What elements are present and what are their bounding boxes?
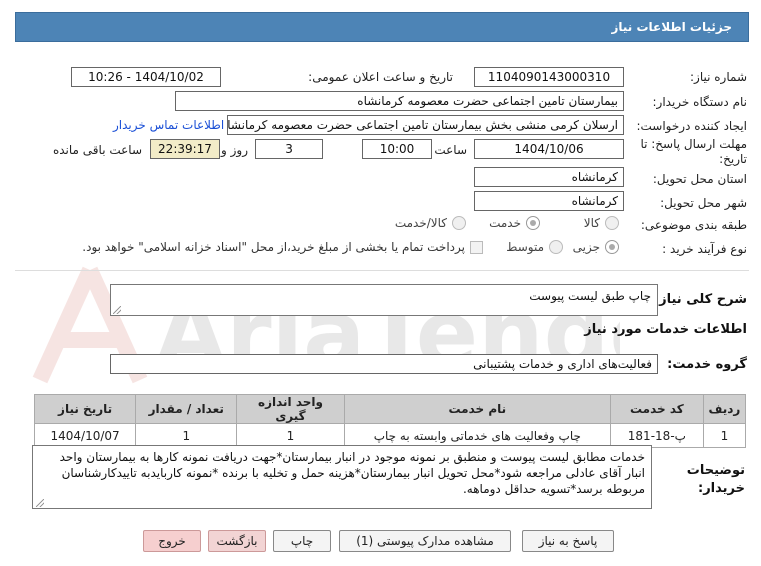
category-goods-service-label: کالا/خدمت [394, 216, 447, 230]
cell-quantity: 1 [135, 423, 238, 448]
table-row: 1 پ-18-181 چاپ وفعالیت های خدماتی وابسته… [33, 423, 747, 448]
divider [15, 270, 749, 271]
city-field: کرمانشاه [474, 191, 624, 211]
province-label: استان محل تحویل: [652, 172, 747, 186]
resize-handle-icon[interactable] [113, 306, 121, 314]
remaining-time-field: 22:39:17 [150, 139, 220, 159]
announce-label: تاریخ و ساعت اعلان عمومی: [308, 70, 453, 84]
category-option-service[interactable]: خدمت [489, 216, 540, 230]
buyer-notes-label-2: خریدار: [698, 481, 745, 496]
treasury-payment-checkbox[interactable] [470, 240, 483, 254]
buyer-label: نام دستگاه خریدار: [652, 95, 748, 109]
treasury-payment-note: پرداخت تمام یا بخشی از مبلغ خرید،از محل … [82, 240, 465, 254]
reply-button[interactable]: پاسخ به نیاز [522, 530, 614, 552]
category-goods-radio[interactable] [605, 216, 619, 230]
remaining-days-field: 3 [255, 139, 323, 159]
days-label: روز و [221, 143, 248, 157]
cell-row: 1 [702, 423, 747, 448]
col-need-date: تاریخ نیاز [33, 394, 137, 424]
exit-button[interactable]: خروج [143, 530, 201, 552]
buyer-notes-label: توضیحات [686, 463, 745, 478]
deadline-time-field: 10:00 [362, 139, 432, 159]
col-row: ردیف [702, 394, 747, 424]
category-goods-label: کالا [583, 216, 600, 230]
buyer-notes-field: خدمات مطابق لیست پیوست و منطبق بر نمونه … [32, 445, 652, 509]
cell-service-code: پ-18-181 [609, 423, 704, 448]
purchase-type-label: نوع فرآیند خرید : [662, 242, 747, 256]
col-service-code: کد خدمت [609, 394, 704, 424]
cell-unit: 1 [236, 423, 345, 448]
service-group-field: فعالیت‌های اداری و خدمات پشتیبانی [110, 354, 658, 374]
page-header: جزئیات اطلاعات نیاز [15, 12, 749, 42]
need-number-label: شماره نیاز: [690, 70, 747, 84]
col-unit: واحد اندازه گیری [236, 394, 345, 424]
table-header-row: ردیف کد خدمت نام خدمت واحد اندازه گیری ت… [33, 394, 747, 424]
announce-field: 1404/10/02 - 10:26 [71, 67, 221, 87]
province-field: کرمانشاه [474, 167, 624, 187]
requester-label: ایجاد کننده درخواست: [636, 119, 747, 133]
purchase-minor-radio[interactable] [605, 240, 619, 254]
resize-handle-icon[interactable] [36, 499, 44, 507]
print-button[interactable]: چاپ [273, 530, 331, 552]
services-title: اطلاعات خدمات مورد نیاز [584, 322, 747, 337]
cell-need-date: 1404/10/07 [33, 423, 137, 448]
category-option-goods[interactable]: کالا [584, 216, 619, 230]
purchase-medium-radio[interactable] [549, 240, 563, 254]
services-table: ردیف کد خدمت نام خدمت واحد اندازه گیری ت… [33, 394, 747, 448]
col-service-name: نام خدمت [343, 394, 611, 424]
treasury-payment-option[interactable]: پرداخت تمام یا بخشی از مبلغ خرید،از محل … [82, 240, 483, 254]
category-service-label: خدمت [489, 216, 521, 230]
purchase-medium-label: متوسط [506, 240, 544, 254]
purchase-option-minor[interactable]: جزیی [573, 240, 619, 254]
remaining-label: ساعت باقی مانده [52, 143, 142, 157]
purchase-minor-label: جزیی [572, 240, 600, 254]
view-documents-button[interactable]: مشاهده مدارک پیوستی (1) [339, 530, 511, 552]
city-label: شهر محل تحویل: [660, 196, 747, 210]
need-number-field: 1104090143000310 [474, 67, 624, 87]
buyer-contact-link[interactable]: اطلاعات تماس خریدار [113, 118, 224, 132]
summary-field: چاپ طبق لیست پیوست [110, 284, 658, 316]
back-button[interactable]: بازگشت [208, 530, 266, 552]
deadline-time-label: ساعت [434, 143, 467, 157]
requester-field: ارسلان کرمی منشی بخش بیمارستان تامین اجت… [227, 115, 624, 135]
summary-label: شرح کلی نیاز: [653, 292, 747, 307]
deadline-date-field: 1404/10/06 [474, 139, 624, 159]
category-service-radio[interactable] [526, 216, 540, 230]
buyer-field: بیمارستان تامین اجتماعی حضرت معصومه کرما… [175, 91, 624, 111]
service-group-label: گروه خدمت: [667, 357, 747, 372]
category-option-goods-service[interactable]: کالا/خدمت [395, 216, 466, 230]
category-goods-service-radio[interactable] [452, 216, 466, 230]
page-title: جزئیات اطلاعات نیاز [611, 20, 732, 34]
purchase-option-medium[interactable]: متوسط [506, 240, 563, 254]
cell-service-name: چاپ وفعالیت های خدماتی وابسته به چاپ [343, 423, 611, 448]
deadline-label: مهلت ارسال پاسخ: تا [640, 137, 747, 151]
col-quantity: تعداد / مقدار [135, 394, 238, 424]
category-label: طبقه بندی موضوعی: [640, 218, 747, 232]
deadline-label-date: تاریخ: [719, 152, 747, 166]
